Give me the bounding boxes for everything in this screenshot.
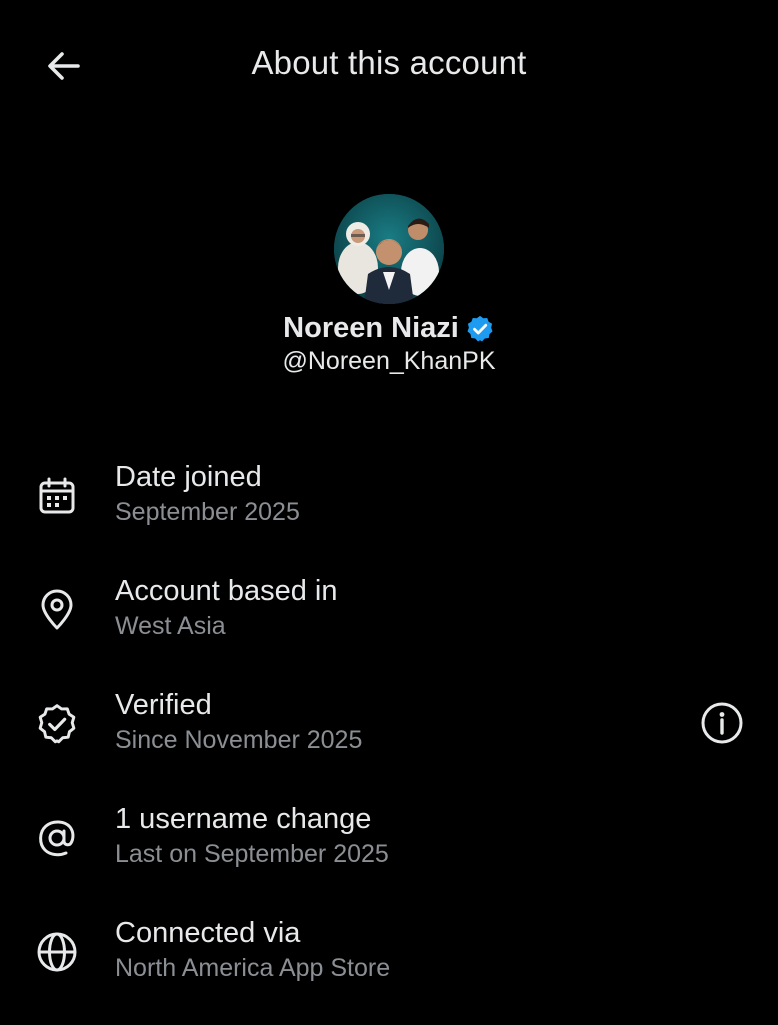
detail-value: North America App Store (115, 954, 391, 982)
detail-title: 1 username change (115, 803, 372, 835)
avatar[interactable] (334, 194, 444, 304)
username-handle: @Noreen_KhanPK (282, 347, 496, 375)
profile-summary: Noreen Niazi @Noreen_KhanPK (0, 194, 778, 376)
top-bar: About this account (0, 0, 778, 130)
detail-title: Date joined (115, 461, 262, 493)
at-sign-icon (34, 815, 80, 861)
list-item-username-changes: 1 username change Last on September 2025 (0, 797, 778, 911)
display-name: Noreen Niazi (283, 312, 459, 344)
page-title: About this account (251, 44, 527, 81)
verified-info-button[interactable] (698, 699, 746, 747)
info-icon (701, 702, 743, 744)
detail-value: West Asia (115, 612, 226, 640)
account-details-list: Date joined September 2025 Account based… (0, 455, 778, 1025)
location-pin-icon (34, 587, 80, 633)
detail-value: Since November 2025 (115, 726, 363, 754)
verified-badge-outline-icon (34, 701, 80, 747)
list-item-date-joined: Date joined September 2025 (0, 455, 778, 569)
calendar-icon (34, 473, 80, 519)
detail-value: Last on September 2025 (115, 840, 389, 868)
detail-title: Verified (115, 689, 212, 721)
avatar-image (334, 194, 444, 304)
list-item-connected-via: Connected via North America App Store (0, 911, 778, 1025)
verified-badge-icon (465, 314, 495, 344)
detail-title: Account based in (115, 575, 338, 607)
globe-icon (34, 929, 80, 975)
list-item-verified: Verified Since November 2025 (0, 683, 778, 797)
detail-value: September 2025 (115, 498, 300, 526)
list-item-account-location: Account based in West Asia (0, 569, 778, 683)
detail-title: Connected via (115, 917, 301, 949)
name-row: Noreen Niazi (0, 312, 778, 345)
